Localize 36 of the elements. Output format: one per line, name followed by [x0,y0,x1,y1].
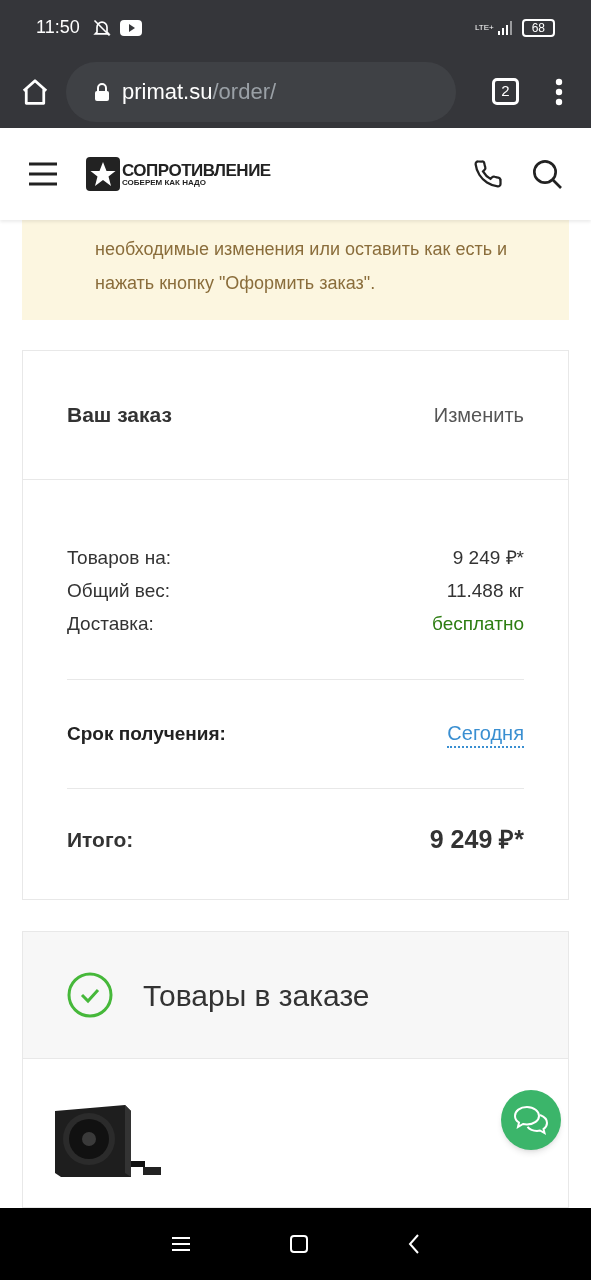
delivery-label: Срок получения: [67,721,226,746]
section-title: Товары в заказе [143,977,370,1014]
muted-bell-icon [91,17,112,38]
summary-label: Доставка: [67,612,154,636]
total-label: Итого: [67,827,134,854]
logo-title: СОПРОТИВЛЕНИЕ [122,161,271,179]
edit-link[interactable]: Изменить [433,400,524,430]
address-bar[interactable]: primat.su/order/ [66,61,456,122]
url-text: primat.su/order/ [122,78,277,106]
more-options-icon[interactable] [555,77,563,106]
logo-subtitle: СОБЕРЕМ КАК НАДО [122,178,207,187]
recents-icon[interactable] [171,1236,190,1252]
total-value: 9 249 ₽* [429,824,524,856]
status-time: 11:50 [36,16,80,39]
summary-value: 11.488 кг [446,579,524,603]
battery-indicator: 68 [521,18,555,37]
home-button-icon[interactable] [289,1235,308,1253]
network-label: LTE+ [474,23,494,32]
card-title: Ваш заказ [67,402,172,429]
summary-label: Товаров на: [67,546,171,570]
star-logo-icon [86,157,120,191]
menu-icon[interactable] [28,162,58,186]
signal-icon [497,19,514,36]
chat-bubbles-icon [513,1105,549,1135]
summary-value: бесплатно [431,612,524,636]
search-icon[interactable] [531,158,563,190]
home-icon[interactable] [20,76,50,107]
phone-icon[interactable] [473,159,503,189]
notice-text: нажать кнопку "Оформить заказ". [95,272,377,295]
back-icon[interactable] [407,1234,420,1254]
video-icon [119,19,142,36]
tab-count-button[interactable]: 2 [492,78,519,105]
summary-value: 9 249 ₽* [452,546,524,570]
notice-text: необходимые изменения или оставить как есть и [95,238,509,261]
summary-label: Общий вес: [67,579,171,603]
lock-icon [94,81,110,102]
